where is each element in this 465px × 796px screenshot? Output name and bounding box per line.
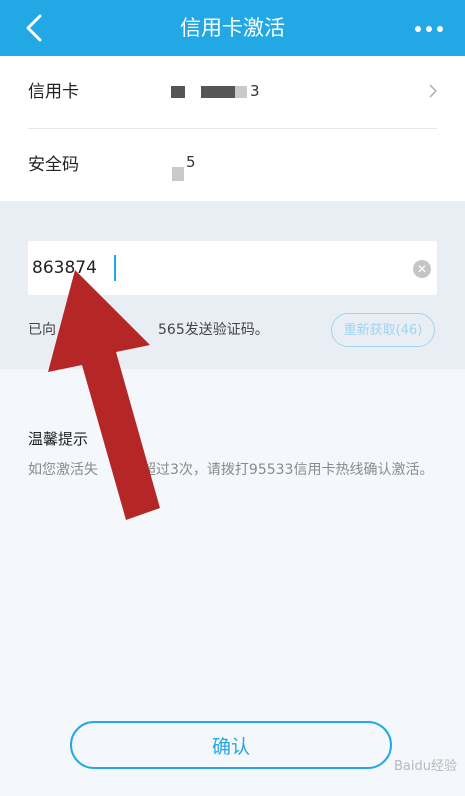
verification-code-value: 863874	[32, 258, 97, 278]
card-info-section: 信用卡 3 安全码 5	[0, 56, 465, 201]
card-number-value: 3	[250, 82, 260, 100]
chevron-right-icon	[429, 84, 438, 98]
security-code-value: 5	[186, 153, 196, 171]
watermark: Baidu经验	[394, 759, 457, 774]
masked-digits	[172, 167, 184, 181]
header-bar: 信用卡激活	[0, 0, 465, 56]
resend-code-button[interactable]: 重新获取(46)	[331, 313, 435, 347]
masked-digits	[171, 86, 185, 98]
page-title: 信用卡激活	[180, 16, 285, 40]
masked-digits	[235, 86, 247, 98]
sent-notice-prefix: 已向	[28, 322, 56, 338]
card-number-row[interactable]: 信用卡 3	[0, 56, 465, 128]
verification-section: 863874 ✕ 已向 565发送验证码。 重新获取(46)	[0, 201, 465, 369]
masked-digits	[201, 86, 235, 98]
sent-notice-suffix: 565发送验证码。	[158, 322, 269, 338]
clear-icon[interactable]: ✕	[413, 260, 431, 278]
more-button[interactable]	[409, 12, 449, 44]
more-horizontal-icon	[415, 26, 421, 32]
tips-body: 如您激活失 超过3次，请拨打95533信用卡热线确认激活。	[28, 455, 438, 485]
security-code-label: 安全码	[28, 155, 79, 175]
tips-body-prefix: 如您激活失	[28, 462, 98, 478]
security-code-row: 安全码 5	[0, 129, 465, 201]
card-label: 信用卡	[28, 82, 79, 102]
tips-body-middle: 超过3次，请拨打95533信用卡热线确认激活。	[142, 462, 434, 478]
verification-code-input[interactable]: 863874 ✕	[28, 241, 437, 295]
confirm-button[interactable]: 确认	[70, 721, 392, 769]
text-caret	[114, 255, 116, 281]
tips-title: 温馨提示	[28, 430, 89, 448]
